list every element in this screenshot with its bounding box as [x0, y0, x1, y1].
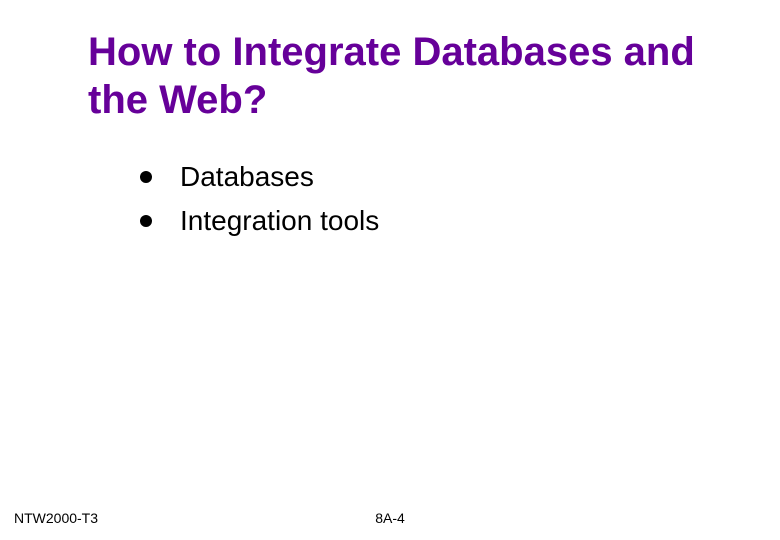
slide-body: Databases Integration tools — [140, 158, 700, 246]
bullet-text: Integration tools — [180, 202, 379, 240]
bullet-icon — [140, 215, 152, 227]
bullet-text: Databases — [180, 158, 314, 196]
list-item: Integration tools — [140, 202, 700, 240]
footer-center: 8A-4 — [0, 510, 780, 526]
slide: How to Integrate Databases and the Web? … — [0, 0, 780, 540]
list-item: Databases — [140, 158, 700, 196]
bullet-icon — [140, 171, 152, 183]
slide-title: How to Integrate Databases and the Web? — [88, 28, 720, 124]
